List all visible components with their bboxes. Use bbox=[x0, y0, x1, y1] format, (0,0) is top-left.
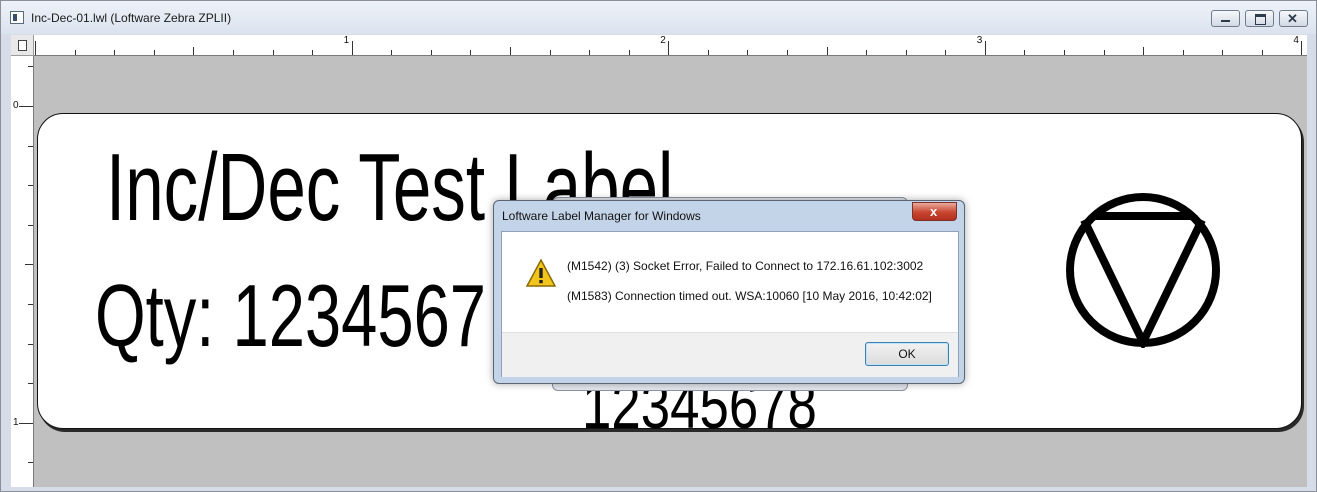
close-button[interactable]: ✕ bbox=[1279, 10, 1308, 27]
label-editor-window: Inc-Dec-01.lwl (Loftware Zebra ZPLII) ✕ … bbox=[0, 0, 1317, 492]
ruler-tick bbox=[28, 66, 33, 68]
ruler-tick bbox=[272, 50, 274, 55]
ruler-tick bbox=[28, 383, 33, 384]
maximize-icon bbox=[1255, 14, 1266, 25]
ruler-tick bbox=[668, 41, 670, 55]
ruler-tick bbox=[28, 185, 33, 187]
ruler-label: 1 bbox=[13, 416, 19, 428]
ruler-tick bbox=[232, 50, 234, 55]
ruler-label: 2 bbox=[660, 35, 666, 46]
ruler-label: 1 bbox=[343, 35, 350, 46]
ruler-tick bbox=[193, 47, 195, 55]
dialog-title: Loftware Label Manager for Windows bbox=[502, 209, 701, 223]
ruler-tick bbox=[1024, 50, 1026, 55]
dialog-close-button[interactable]: x bbox=[912, 202, 957, 221]
vertical-ruler: 0 1 bbox=[11, 56, 34, 487]
ruler-tick bbox=[19, 422, 33, 424]
ruler-tick bbox=[28, 343, 33, 345]
ruler-tick bbox=[1103, 50, 1105, 55]
ruler-label: 4 bbox=[1293, 35, 1299, 46]
ruler-tick bbox=[391, 50, 393, 55]
ruler-tick bbox=[707, 50, 709, 55]
page-icon bbox=[18, 40, 27, 51]
ruler-tick bbox=[509, 47, 511, 55]
warning-icon bbox=[526, 259, 556, 287]
ruler-tick bbox=[1143, 47, 1145, 55]
window-title: Inc-Dec-01.lwl (Loftware Zebra ZPLII) bbox=[31, 11, 232, 25]
ruler-tick bbox=[826, 47, 828, 55]
ruler-tick bbox=[25, 264, 33, 266]
ruler-label: 3 bbox=[976, 35, 983, 46]
ruler-tick bbox=[1222, 50, 1224, 55]
ruler-tick bbox=[28, 303, 33, 305]
minimize-icon bbox=[1221, 20, 1230, 22]
error-dialog: Loftware Label Manager for Windows x (M1… bbox=[493, 200, 965, 384]
ruler-tick bbox=[1182, 50, 1184, 55]
ruler-tick bbox=[905, 50, 907, 55]
close-icon: x bbox=[930, 204, 938, 219]
label-document-icon[interactable] bbox=[10, 11, 24, 24]
ruler-tick bbox=[747, 50, 749, 55]
horizontal-ruler: 1 2 3 4 bbox=[34, 35, 1307, 56]
ruler-tick bbox=[1064, 50, 1065, 55]
ruler-tick bbox=[35, 41, 36, 55]
ruler-corner-button[interactable] bbox=[11, 35, 34, 56]
ruler-tick bbox=[984, 41, 986, 55]
ruler-tick bbox=[19, 106, 33, 107]
ruler-tick bbox=[549, 50, 551, 55]
minimize-button[interactable] bbox=[1211, 10, 1240, 27]
ruler-tick bbox=[945, 50, 947, 55]
maximize-button[interactable] bbox=[1245, 10, 1274, 27]
ruler-tick bbox=[1261, 50, 1263, 55]
title-bar[interactable]: Inc-Dec-01.lwl (Loftware Zebra ZPLII) ✕ bbox=[1, 1, 1316, 34]
error-message-line-2: (M1583) Connection timed out. WSA:10060 … bbox=[567, 289, 932, 303]
ruler-tick bbox=[114, 50, 116, 55]
ruler-tick bbox=[628, 50, 630, 55]
ruler-label: 0 bbox=[13, 100, 19, 111]
ok-button[interactable]: OK bbox=[865, 342, 949, 366]
ruler-tick bbox=[470, 50, 472, 55]
ruler-tick bbox=[74, 50, 76, 55]
error-message-line-1: (M1542) (3) Socket Error, Failed to Conn… bbox=[567, 259, 924, 273]
ruler-tick bbox=[28, 462, 33, 464]
ruler-tick bbox=[312, 50, 313, 55]
circle-triangle-icon[interactable] bbox=[1064, 192, 1222, 348]
ruler-tick bbox=[28, 145, 33, 147]
ruler-tick bbox=[351, 41, 353, 55]
ruler-tick bbox=[1301, 41, 1303, 55]
ruler-tick bbox=[589, 50, 591, 55]
ruler-tick bbox=[430, 50, 432, 55]
ruler-tick bbox=[866, 50, 868, 55]
label-qty-text[interactable]: Qty: 1234567 bbox=[95, 272, 486, 360]
ruler-tick bbox=[786, 50, 788, 55]
ruler-tick bbox=[28, 224, 33, 226]
close-icon: ✕ bbox=[1287, 11, 1298, 26]
dialog-body: (M1542) (3) Socket Error, Failed to Conn… bbox=[501, 231, 959, 377]
ruler-tick bbox=[153, 50, 155, 55]
